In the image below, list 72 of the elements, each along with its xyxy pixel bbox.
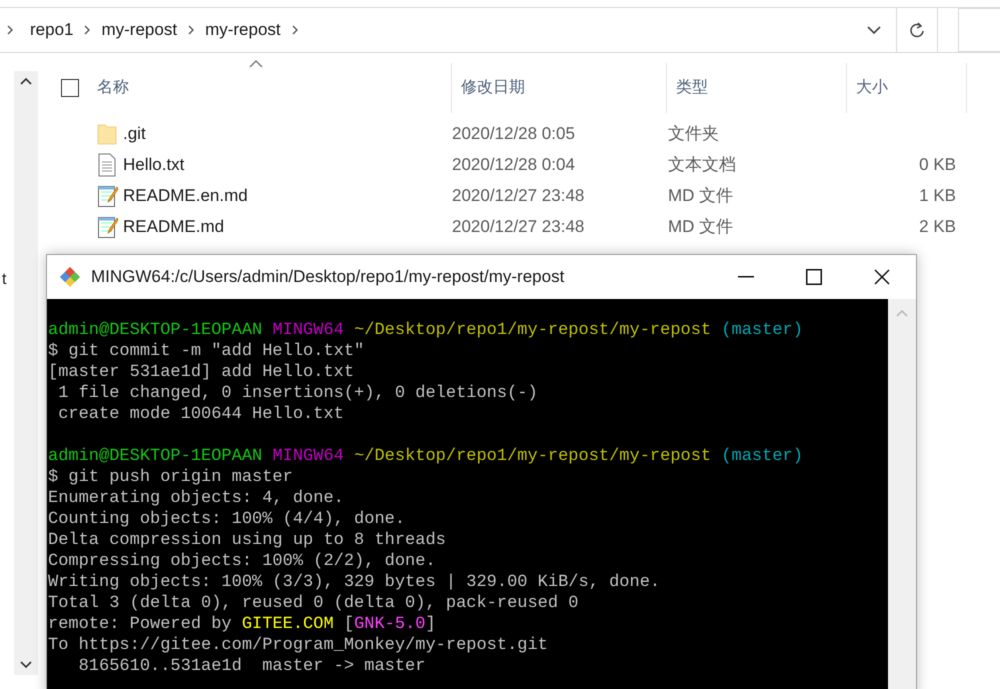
terminal-text: 1 file changed, 0 insertions(+), 0 deletions(-)	[57, 384, 538, 403]
file-size: 2 KB	[919, 216, 956, 238]
terminal-text: ~/Desktop/repo1/my-repost/my-repost	[354, 321, 712, 340]
file-type: MD 文件	[668, 186, 734, 205]
file-type: 文件夹	[668, 124, 719, 143]
file-name[interactable]: README.md	[123, 214, 224, 240]
terminal-text: admin@DESKTOP-1EOPAAN	[48, 447, 264, 466]
terminal-text: $ git commit -m "add Hello.txt"	[48, 342, 364, 361]
file-name[interactable]: .git	[123, 120, 146, 146]
modified-date: 2020/12/28 0:04	[452, 154, 575, 174]
scroll-down-icon[interactable]	[20, 661, 32, 669]
terminal-text: GNK-5.0	[354, 615, 426, 634]
terminal-text: (master)	[721, 447, 803, 466]
scroll-up-icon[interactable]	[20, 77, 32, 85]
chevron-right-icon	[83, 24, 92, 36]
terminal-text: Delta compression using up to 8 threads	[48, 531, 446, 550]
terminal-text: 8165610..531ae1d master -> master	[78, 657, 426, 676]
modified-date: 2020/12/28 0:05	[452, 124, 575, 143]
breadcrumb[interactable]: my-repost	[101, 17, 178, 43]
file-type: MD 文件	[668, 216, 734, 236]
chevron-right-icon	[6, 24, 14, 36]
terminal-text: $ git push origin master	[48, 468, 293, 487]
terminal-text: ]	[426, 615, 436, 634]
terminal-text: [	[344, 615, 354, 634]
column-header[interactable]: 大小	[856, 76, 888, 100]
terminal-text: Counting objects: 100% (4/4), done.	[48, 510, 406, 529]
chevron-down-icon	[867, 25, 881, 35]
column-header[interactable]: 名称	[97, 76, 129, 100]
modified-date: 2020/12/27 23:48	[452, 186, 584, 205]
nav-item-text[interactable]: t	[2, 268, 6, 292]
notepad-icon	[97, 214, 119, 238]
app-icon	[59, 266, 81, 288]
scrollbar[interactable]	[14, 71, 38, 675]
terminal-text: Compressing objects: 100% (2/2), done.	[48, 552, 436, 571]
terminal-text: remote: Powered by	[48, 615, 233, 634]
refresh-button[interactable]	[896, 8, 938, 52]
scrollbar[interactable]	[888, 299, 916, 689]
column-header[interactable]: 类型	[676, 76, 708, 100]
terminal-text: To https://gitee.com/Program_Monkey/my-repost.git	[48, 636, 548, 655]
minimize-icon	[738, 276, 754, 278]
chevron-right-icon	[187, 24, 196, 36]
terminal-text: MINGW64	[272, 447, 345, 466]
terminal-text: Writing objects: 100% (3/3), 329 bytes | 329.00 KiB/s, done.	[48, 573, 660, 592]
close-icon	[874, 269, 890, 285]
terminal-text: admin@DESKTOP-1EOPAAN	[48, 321, 264, 340]
document-icon	[97, 152, 117, 176]
column-header[interactable]: 修改日期	[461, 76, 525, 100]
breadcrumb[interactable]: my-repost	[205, 17, 281, 43]
maximize-icon	[806, 269, 822, 285]
terminal-text: Total 3 (delta 0), reused 0 (delta 0), pack-reused 0	[48, 594, 578, 613]
file-type: 文本文档	[668, 154, 736, 174]
terminal-text: (master)	[721, 321, 803, 340]
modified-date: 2020/12/27 23:48	[452, 216, 584, 236]
refresh-icon	[908, 21, 926, 39]
chevron-right-icon	[290, 24, 299, 36]
terminal-text: [master 531ae1d] add Hello.txt	[48, 363, 354, 382]
file-name[interactable]: README.en.md	[123, 182, 248, 208]
terminal-text: ~/Desktop/repo1/my-repost/my-repost	[354, 447, 712, 466]
window-title: MINGW64:/c/Users/admin/Desktop/repo1/my-repost/my-repost	[91, 266, 564, 288]
file-name[interactable]: Hello.txt	[123, 152, 184, 178]
file-size: 1 KB	[919, 184, 956, 207]
terminal-text: GITEE.COM	[242, 615, 335, 634]
terminal-text: MINGW64	[272, 321, 345, 340]
search-field[interactable]	[958, 8, 1000, 52]
file-size: 0 KB	[919, 154, 956, 176]
sort-ascending-icon	[249, 60, 263, 68]
terminal-text: Enumerating objects: 4, done.	[48, 489, 344, 508]
terminal-text: create mode 100644 Hello.txt	[57, 405, 344, 424]
notepad-icon	[97, 184, 119, 208]
breadcrumb[interactable]: repo1	[30, 17, 74, 43]
select-all-checkbox[interactable]	[61, 79, 79, 97]
folder-icon	[97, 122, 117, 146]
